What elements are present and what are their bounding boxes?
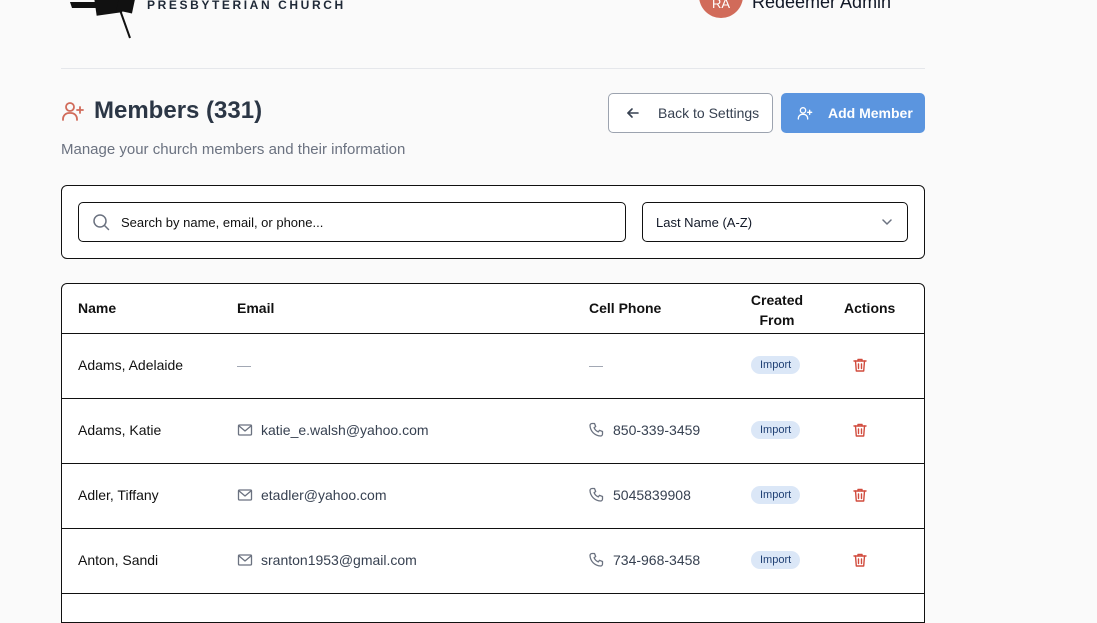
member-phone[interactable]: 734-968-3458 (613, 552, 700, 568)
phone-icon (589, 487, 604, 502)
mail-icon (237, 489, 253, 501)
arrow-left-icon (627, 108, 639, 118)
search-input[interactable] (119, 213, 603, 231)
table-row[interactable]: Adams, Adelaide — — Import (62, 333, 924, 399)
member-name[interactable]: Adler, Tiffany (78, 463, 159, 527)
member-phone[interactable]: 850-339-3459 (613, 422, 700, 438)
table-header: Name Email Cell Phone Created From Actio… (62, 284, 924, 334)
chevron-down-icon (882, 219, 892, 225)
page-title-row: Members (331) (61, 97, 262, 125)
trash-icon[interactable] (852, 552, 868, 568)
header-divider (61, 68, 925, 69)
trash-icon[interactable] (852, 357, 868, 373)
member-phone-empty: — (589, 357, 603, 373)
created-from-badge: Import (751, 486, 801, 504)
member-name[interactable]: Adams, Adelaide (78, 333, 183, 397)
column-header-actions: Actions (844, 300, 896, 316)
sort-value: Last Name (A-Z) (656, 214, 753, 230)
member-email[interactable]: sranton1953@gmail.com (261, 552, 417, 568)
sort-select[interactable]: Last Name (A-Z) (642, 202, 908, 242)
member-email[interactable]: etadler@yahoo.com (261, 487, 387, 503)
user-plus-icon (62, 102, 84, 121)
search-field[interactable] (78, 202, 626, 242)
member-name[interactable]: Adams, Katie (78, 398, 161, 462)
members-table: Name Email Cell Phone Created From Actio… (61, 283, 925, 623)
table-row[interactable]: Adler, Tiffany etadler@yahoo.com 5045839… (62, 463, 924, 529)
created-from-badge: Import (751, 356, 801, 374)
member-phone[interactable]: 5045839908 (613, 487, 691, 503)
mail-icon (237, 424, 253, 436)
add-member-label: Add Member (828, 105, 913, 121)
member-name[interactable]: Anton, Sandi (78, 528, 158, 592)
page-title: Members (331) (94, 97, 263, 124)
column-header-created-from[interactable]: Created From (746, 290, 808, 330)
mail-icon (237, 554, 253, 566)
filter-panel: Last Name (A-Z) (61, 185, 925, 259)
trash-icon[interactable] (852, 422, 868, 438)
add-member-button[interactable]: Add Member (781, 93, 925, 133)
user-name[interactable]: Redeemer Admin (752, 0, 891, 13)
search-icon (93, 214, 110, 231)
member-email[interactable]: katie_e.walsh@yahoo.com (261, 422, 429, 438)
member-email-empty: — (237, 357, 251, 373)
table-row[interactable]: Anton, Sandi sranton1953@gmail.com 734-9… (62, 528, 924, 594)
phone-icon (589, 422, 604, 437)
church-name: PRESBYTERIAN CHURCH (147, 0, 346, 12)
user-avatar[interactable]: RA (699, 0, 743, 18)
phone-icon (589, 552, 604, 567)
created-from-badge: Import (751, 551, 801, 569)
page-subtitle: Manage your church members and their inf… (61, 141, 406, 158)
back-to-settings-label: Back to Settings (658, 105, 760, 121)
column-header-name[interactable]: Name (78, 300, 116, 316)
back-to-settings-button[interactable]: Back to Settings (608, 93, 773, 133)
column-header-email[interactable]: Email (237, 300, 274, 316)
user-plus-icon (797, 107, 813, 120)
trash-icon[interactable] (852, 487, 868, 503)
created-from-badge: Import (751, 421, 801, 439)
table-row[interactable]: Adams, Katie katie_e.walsh@yahoo.com 850… (62, 398, 924, 464)
column-header-phone[interactable]: Cell Phone (589, 300, 661, 316)
